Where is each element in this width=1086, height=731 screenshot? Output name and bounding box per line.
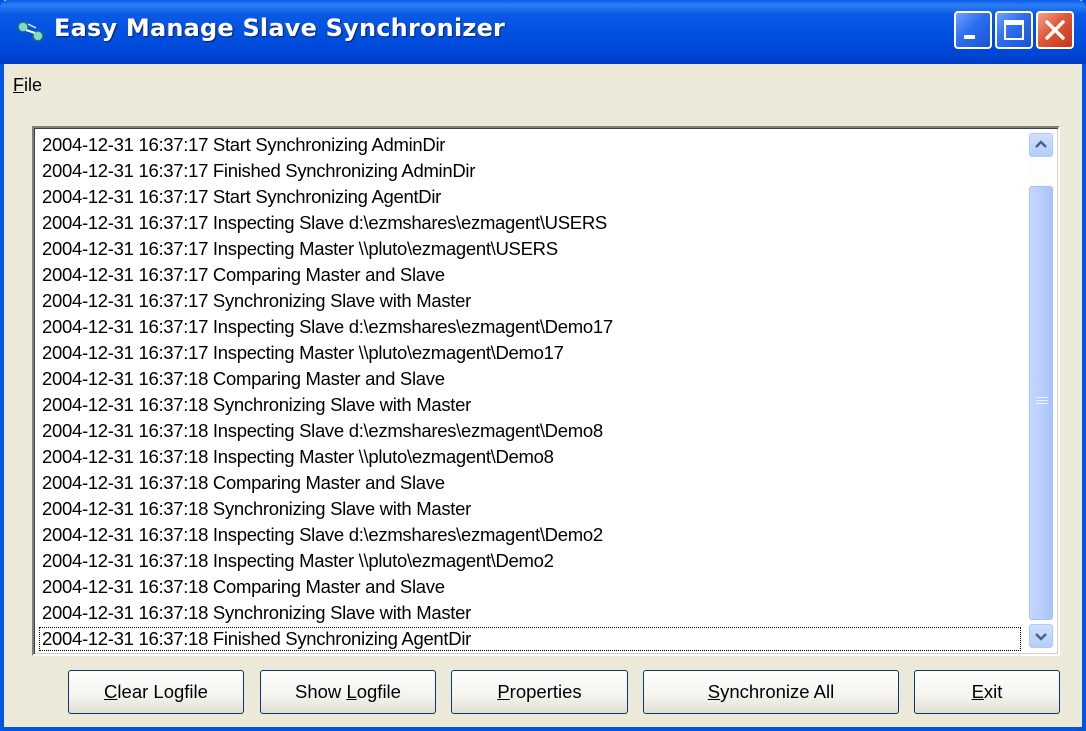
- maximize-button[interactable]: [995, 11, 1033, 49]
- synchronize-all-label: ynchronize All: [720, 681, 835, 702]
- show-logfile-label-prefix: Show: [295, 681, 347, 702]
- clear-logfile-button[interactable]: Clear Logfile: [68, 670, 244, 714]
- minimize-button[interactable]: [954, 11, 992, 49]
- show-logfile-accelerator: L: [346, 681, 357, 702]
- log-listbox[interactable]: 2004-12-31 16:37:17 Start Synchronizing …: [32, 126, 1060, 656]
- menu-file-label: ile: [24, 75, 43, 95]
- exit-accelerator: E: [971, 681, 984, 702]
- log-line[interactable]: 2004-12-31 16:37:17 Start Synchronizing …: [38, 132, 1022, 158]
- scroll-up-button[interactable]: [1029, 133, 1053, 157]
- properties-accelerator: P: [497, 681, 510, 702]
- window-title: Easy Manage Slave Synchronizer: [54, 14, 506, 42]
- menu-bar: File: [4, 64, 1082, 98]
- log-line[interactable]: 2004-12-31 16:37:18 Comparing Master and…: [38, 470, 1022, 496]
- log-line[interactable]: 2004-12-31 16:37:18 Synchronizing Slave …: [38, 496, 1022, 522]
- log-line[interactable]: 2004-12-31 16:37:18 Synchronizing Slave …: [38, 392, 1022, 418]
- log-line[interactable]: 2004-12-31 16:37:18 Inspecting Master \\…: [38, 444, 1022, 470]
- log-line[interactable]: 2004-12-31 16:37:18 Synchronizing Slave …: [38, 600, 1022, 626]
- vertical-scrollbar[interactable]: [1028, 130, 1054, 652]
- log-line[interactable]: 2004-12-31 16:37:18 Inspecting Master \\…: [38, 548, 1022, 574]
- close-button[interactable]: [1036, 11, 1074, 49]
- log-line[interactable]: 2004-12-31 16:37:17 Inspecting Master \\…: [38, 340, 1022, 366]
- exit-label: xit: [983, 681, 1003, 702]
- synchronize-all-button[interactable]: Synchronize All: [643, 670, 899, 714]
- log-line[interactable]: 2004-12-31 16:37:17 Finished Synchronizi…: [38, 158, 1022, 184]
- log-line[interactable]: 2004-12-31 16:37:17 Start Synchronizing …: [38, 184, 1022, 210]
- log-line[interactable]: 2004-12-31 16:37:18 Finished Synchronizi…: [38, 626, 1022, 652]
- maximize-icon: [1004, 20, 1024, 40]
- network-sync-icon[interactable]: [16, 20, 46, 44]
- scroll-thumb[interactable]: [1029, 186, 1053, 620]
- menu-file[interactable]: File: [13, 75, 42, 96]
- minimize-icon: [964, 35, 975, 39]
- exit-button[interactable]: Exit: [914, 670, 1060, 714]
- scroll-up-arrow-icon: [1035, 140, 1047, 148]
- clear-logfile-label: lear Logfile: [117, 681, 208, 702]
- show-logfile-button[interactable]: Show Logfile: [260, 670, 436, 714]
- clear-logfile-accelerator: C: [104, 681, 118, 702]
- title-bar[interactable]: Easy Manage Slave Synchronizer: [0, 0, 1086, 64]
- log-line[interactable]: 2004-12-31 16:37:17 Inspecting Slave d:\…: [38, 314, 1022, 340]
- log-line[interactable]: 2004-12-31 16:37:17 Synchronizing Slave …: [38, 288, 1022, 314]
- properties-label: roperties: [509, 681, 582, 702]
- close-icon: [1045, 20, 1065, 40]
- scroll-down-arrow-icon: [1035, 633, 1047, 641]
- log-line[interactable]: 2004-12-31 16:37:18 Inspecting Slave d:\…: [38, 522, 1022, 548]
- log-line[interactable]: 2004-12-31 16:37:18 Comparing Master and…: [38, 366, 1022, 392]
- log-line[interactable]: 2004-12-31 16:37:18 Inspecting Slave d:\…: [38, 418, 1022, 444]
- synchronize-all-accelerator: S: [707, 681, 721, 702]
- log-list[interactable]: 2004-12-31 16:37:17 Start Synchronizing …: [38, 132, 1022, 652]
- menu-file-accelerator: F: [13, 75, 24, 95]
- log-line[interactable]: 2004-12-31 16:37:17 Inspecting Master \\…: [38, 236, 1022, 262]
- scroll-down-button[interactable]: [1029, 624, 1053, 648]
- log-line[interactable]: 2004-12-31 16:37:17 Comparing Master and…: [38, 262, 1022, 288]
- app-window: Easy Manage Slave Synchronizer File 2004…: [0, 0, 1086, 731]
- log-line[interactable]: 2004-12-31 16:37:17 Inspecting Slave d:\…: [38, 210, 1022, 236]
- properties-button[interactable]: Properties: [451, 670, 628, 714]
- show-logfile-label: ogfile: [356, 681, 401, 702]
- log-line[interactable]: 2004-12-31 16:37:18 Comparing Master and…: [38, 574, 1022, 600]
- scroll-grip: [1036, 397, 1048, 405]
